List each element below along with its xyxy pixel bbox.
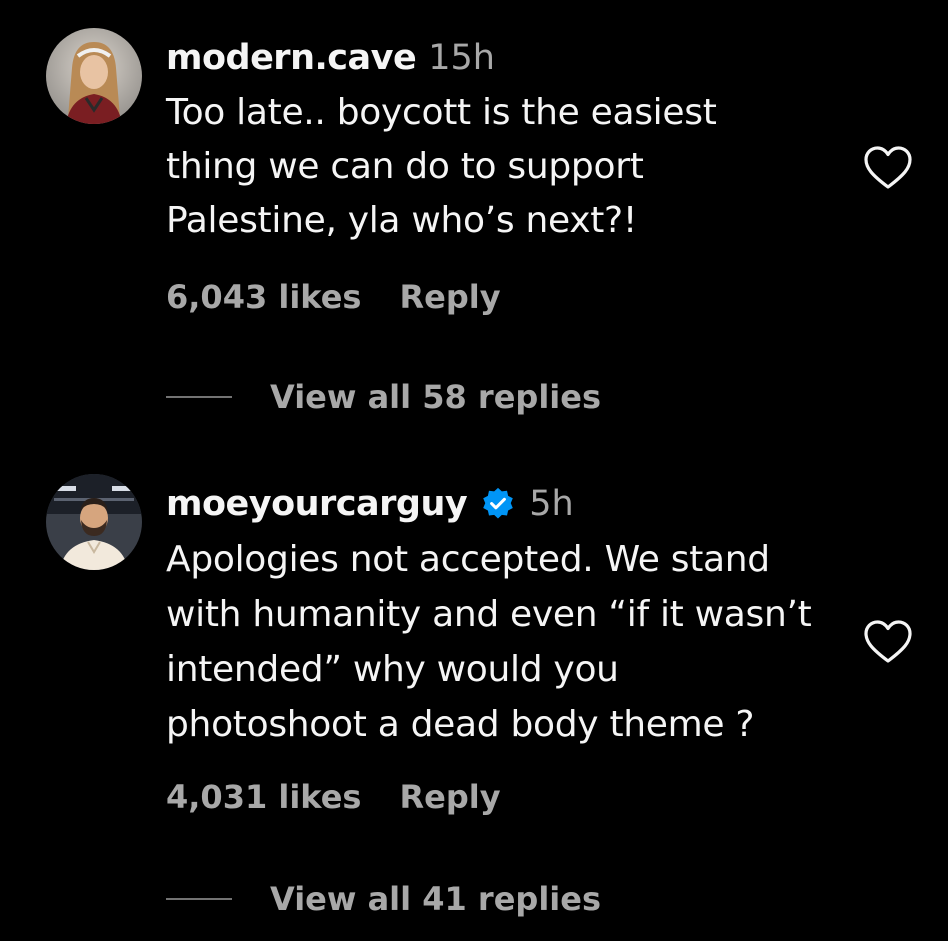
- reply-button[interactable]: Reply: [399, 278, 500, 316]
- view-replies-button[interactable]: View all 41 replies: [166, 880, 601, 918]
- timestamp: 15h: [428, 38, 495, 78]
- timestamp: 5h: [529, 484, 574, 524]
- comment-header: moeyourcarguy 5h: [166, 480, 574, 528]
- comment-text-line: with humanity and even “if it wasn’t: [166, 594, 812, 635]
- comment-text-line: photoshoot a dead body theme ?: [166, 704, 755, 745]
- comment-header: modern.cave 15h: [166, 34, 495, 82]
- comment-text: Too late.. boycott is the easiest thing …: [166, 86, 846, 248]
- likes-count[interactable]: 4,031 likes: [166, 778, 361, 816]
- verified-badge-icon: [481, 487, 515, 521]
- likes-count[interactable]: 6,043 likes: [166, 278, 361, 316]
- heart-icon[interactable]: [864, 620, 912, 664]
- avatar[interactable]: [46, 28, 142, 124]
- avatar[interactable]: [46, 474, 142, 570]
- heart-icon[interactable]: [864, 146, 912, 190]
- username[interactable]: modern.cave: [166, 38, 417, 78]
- comment-text-line: Palestine, yla who’s next?!: [166, 200, 637, 241]
- comment-actions: 4,031 likes Reply: [166, 778, 501, 816]
- view-replies-button[interactable]: View all 58 replies: [166, 378, 601, 416]
- comment-text: Apologies not accepted. We stand with hu…: [166, 532, 846, 752]
- comment-text-line: Too late.. boycott is the easiest: [166, 92, 717, 133]
- replies-divider: [166, 396, 232, 398]
- comment-text-line: thing we can do to support: [166, 146, 644, 187]
- view-replies-label: View all 58 replies: [270, 378, 601, 416]
- comment-text-line: intended” why would you: [166, 649, 619, 690]
- replies-divider: [166, 898, 232, 900]
- comment-text-line: Apologies not accepted. We stand: [166, 539, 770, 580]
- reply-button[interactable]: Reply: [399, 778, 500, 816]
- view-replies-label: View all 41 replies: [270, 880, 601, 918]
- username[interactable]: moeyourcarguy: [166, 484, 468, 524]
- comment-actions: 6,043 likes Reply: [166, 278, 501, 316]
